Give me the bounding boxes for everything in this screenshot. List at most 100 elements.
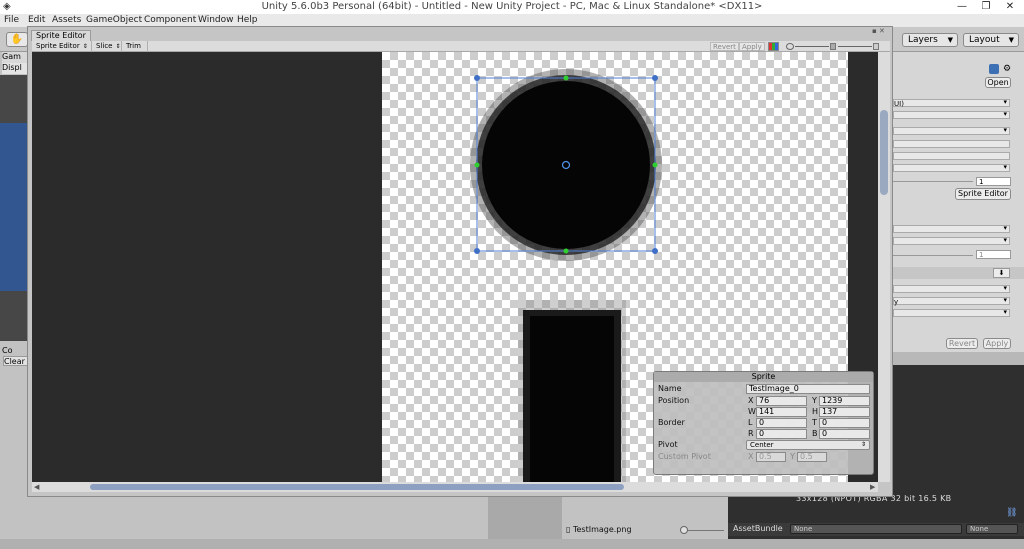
asset-variant-dropdown[interactable]: None <box>966 524 1018 534</box>
y-label: Y <box>812 396 817 405</box>
sprite-editor-tab[interactable]: Sprite Editor <box>31 30 91 41</box>
menu-edit[interactable]: Edit <box>28 15 45 25</box>
help-icon[interactable] <box>989 64 999 74</box>
download-icon[interactable]: ⬇ <box>993 268 1010 278</box>
sprite-editor-window-controls[interactable]: ▪ ✕ <box>872 27 885 35</box>
mesh-type-field[interactable] <box>893 152 1010 160</box>
alpha-source-dropdown[interactable]: ▾ <box>893 236 1010 245</box>
open-button[interactable]: Open <box>985 77 1011 88</box>
console-clear-button[interactable]: Clear <box>3 356 29 366</box>
asset-bundle-dropdown[interactable]: None <box>790 524 962 534</box>
extrude-value-field[interactable]: 1 <box>976 177 1011 186</box>
menu-assets[interactable]: Assets <box>52 15 81 25</box>
edge-handle-right[interactable] <box>652 162 658 168</box>
chevron-down-icon: ▾ <box>1003 296 1007 304</box>
menu-gameobject[interactable]: GameObject <box>86 15 142 25</box>
chevron-down-icon: ▾ <box>1003 98 1007 106</box>
pivot-value: Center <box>750 441 774 449</box>
custom-pivot-y-field[interactable]: 0.5 <box>797 452 827 462</box>
custom-pivot-x-field[interactable]: 0.5 <box>756 452 786 462</box>
corner-handle-top-left[interactable] <box>474 75 480 81</box>
texture-type-value: UI) <box>894 100 904 108</box>
settings-gear-icon[interactable]: ⚙ <box>1003 64 1011 74</box>
sprite-mode-dropdown[interactable]: ▾ <box>893 110 1010 119</box>
alpha-slider[interactable] <box>795 46 829 47</box>
console-tab[interactable]: Co <box>2 346 30 356</box>
extrude-edges-dropdown[interactable]: ▾ <box>893 163 1010 172</box>
h-label: H <box>812 407 819 416</box>
scroll-left-icon[interactable]: ◀ <box>34 483 39 491</box>
texture-type-dropdown[interactable]: UI) ▾ <box>893 98 1010 108</box>
display-dropdown[interactable]: Displ <box>2 63 30 74</box>
project-zoom-handle[interactable] <box>680 526 688 534</box>
scroll-right-icon[interactable]: ▶ <box>870 483 875 491</box>
link-icon[interactable]: ⛓ <box>1006 508 1020 518</box>
border-t-field[interactable]: 0 <box>819 418 870 428</box>
border-label: Border <box>658 418 685 427</box>
chevron-down-icon: ⇕ <box>860 441 866 448</box>
mip-slider[interactable] <box>838 46 872 47</box>
chevron-down-icon: ▾ <box>1003 308 1007 316</box>
edge-handle-bottom[interactable] <box>563 248 569 254</box>
game-tab[interactable]: Gam <box>2 52 30 63</box>
format-dropdown[interactable]: ▾ <box>893 308 1010 317</box>
edge-handle-top[interactable] <box>563 75 569 81</box>
display-label: Displ <box>2 63 22 72</box>
srgb-dropdown[interactable]: ▾ <box>893 224 1010 233</box>
position-x-field[interactable]: 76 <box>756 396 807 406</box>
game-tab-label: Gam <box>2 52 21 61</box>
hand-tool-icon[interactable]: ✋ <box>6 32 28 47</box>
aniso-value-field[interactable]: 1 <box>976 250 1011 259</box>
rect-sprite <box>530 316 614 482</box>
chevron-down-icon: ⇕ <box>82 43 88 50</box>
menu-component[interactable]: Component <box>144 15 196 25</box>
console-tab-label: Co <box>2 346 13 355</box>
custom-pivot-label: Custom Pivot <box>658 452 711 461</box>
t-label: T <box>812 418 817 427</box>
sprite-editor-button[interactable]: Sprite Editor <box>955 188 1011 200</box>
menu-window[interactable]: Window <box>198 15 234 25</box>
layout-dropdown[interactable]: Layout ▼ <box>963 33 1019 47</box>
sprite-name-field[interactable]: TestImage_0 <box>746 384 870 394</box>
l-label: L <box>748 418 753 427</box>
pivot-dropdown[interactable]: Center ⇕ <box>746 440 870 450</box>
extrude-slider[interactable] <box>893 181 973 182</box>
border-b-field[interactable]: 0 <box>819 429 870 439</box>
aniso-slider[interactable] <box>893 255 973 256</box>
width-field[interactable]: 141 <box>756 407 807 417</box>
minimize-button[interactable]: — <box>950 0 974 14</box>
chevron-down-icon: ▾ <box>1003 110 1007 118</box>
vertical-scrollbar-thumb[interactable] <box>880 110 888 195</box>
corner-handle-bottom-right[interactable] <box>652 248 658 254</box>
layout-label: Layout <box>969 35 1000 45</box>
inspector-revert-button[interactable]: Revert <box>946 338 978 349</box>
menu-help[interactable]: Help <box>237 15 258 25</box>
position-y-field[interactable]: 1239 <box>819 396 870 406</box>
project-file-item[interactable]: ▯ TestImage.png <box>566 525 632 534</box>
corner-handle-bottom-left[interactable] <box>474 248 480 254</box>
border-r-field[interactable]: 0 <box>756 429 807 439</box>
layers-dropdown[interactable]: Layers ▼ <box>902 33 958 47</box>
mip-large-icon <box>873 43 879 50</box>
packing-tag-field[interactable]: ▾ <box>893 126 1010 135</box>
height-field[interactable]: 137 <box>819 407 870 417</box>
sprite-editor-mode-dropdown[interactable]: Sprite Editor ⇕ <box>32 41 92 52</box>
close-button[interactable]: ✕ <box>998 0 1022 14</box>
trim-button[interactable]: Trim <box>122 41 148 52</box>
max-size-dropdown[interactable]: ▾ <box>893 284 1010 293</box>
horizontal-scrollbar-thumb[interactable] <box>90 484 624 490</box>
edge-handle-left[interactable] <box>474 162 480 168</box>
sprite-editor-revert-button[interactable]: Revert <box>710 42 739 51</box>
sprite-editor-apply-button[interactable]: Apply <box>739 42 765 51</box>
compression-dropdown[interactable]: y ▾ <box>893 296 1010 306</box>
pixels-per-unit-field[interactable] <box>893 140 1010 148</box>
menu-file[interactable]: File <box>4 15 19 25</box>
slice-button[interactable]: Slice ⇕ <box>92 41 122 52</box>
sprite-canvas-background <box>32 52 382 482</box>
inspector-apply-button[interactable]: Apply <box>983 338 1011 349</box>
chevron-down-icon: ⇕ <box>115 43 121 50</box>
color-channel-toggle-icon[interactable] <box>768 42 779 51</box>
maximize-button[interactable]: ❐ <box>974 0 998 14</box>
corner-handle-top-right[interactable] <box>652 75 658 81</box>
border-l-field[interactable]: 0 <box>756 418 807 428</box>
